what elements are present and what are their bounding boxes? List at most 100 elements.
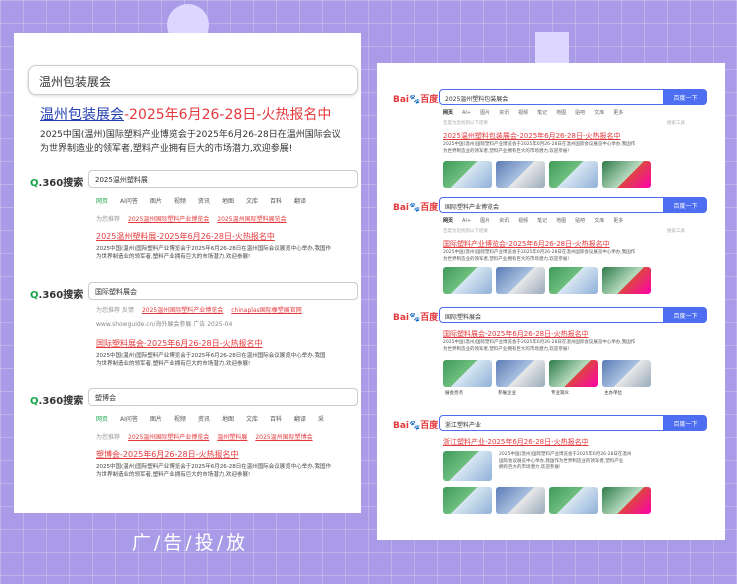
result-title[interactable]: 浙江塑料产业-2025年6月26-28日-火热报名中 (443, 437, 589, 447)
main-result-title[interactable]: 温州包装展会-2025年6月26-28日-火热报名中 (40, 104, 361, 124)
tab-web[interactable]: 网页 (443, 110, 453, 116)
tab-more[interactable]: 采 (318, 416, 324, 423)
tab-notes[interactable]: 笔记 (537, 218, 547, 224)
thumbnail-image[interactable] (443, 487, 492, 514)
related-link[interactable]: chinaplas国际橡塑展官网 (231, 307, 302, 314)
s360-block: Q.360搜索 国际塑料展会 为您推荐 反馈 2025温州国际塑料产业博览会 chi… (14, 282, 361, 392)
tab-notes[interactable]: 笔记 (537, 110, 547, 116)
baidu-search-input[interactable]: 国际塑料展会 (439, 307, 664, 323)
tab-map[interactable]: 地图 (222, 198, 234, 205)
tab-web[interactable]: 网页 (96, 416, 108, 423)
thumbnail-image[interactable] (496, 360, 545, 387)
tab-ai[interactable]: AI问答 (120, 416, 138, 423)
tab-images[interactable]: 图片 (150, 416, 162, 423)
tab-tieba[interactable]: 贴吧 (575, 110, 585, 116)
s360-search-input[interactable]: 2025温州塑料展 (88, 170, 358, 188)
thumbnail-image[interactable] (602, 267, 651, 294)
main-result-title-rest[interactable]: -2025年6月26-28日-火热报名中 (124, 107, 331, 123)
tab-video[interactable]: 视频 (174, 416, 186, 423)
baidu-search-input[interactable]: 2025温州塑料包装展会 (439, 89, 664, 105)
tab-translate[interactable]: 翻译 (294, 198, 306, 205)
related-link[interactable]: 2025温州国际塑料展览会 (217, 216, 286, 223)
tab-ai[interactable]: AI+ (462, 110, 471, 116)
tab-tieba[interactable]: 贴吧 (575, 218, 585, 224)
thumbnail-image[interactable] (602, 487, 651, 514)
thumbnail-image[interactable] (549, 487, 598, 514)
result-title[interactable]: 塑博会-2025年6月26-28日-火热报名中 (96, 449, 238, 460)
related-link[interactable]: 温州塑料展 (217, 434, 247, 441)
result-title[interactable]: 国际塑料展会-2025年6月26-28日-火热报名中 (443, 329, 589, 339)
tab-library[interactable]: 文库 (594, 110, 604, 116)
desc-line: 2025中国(温州)国际塑料产业博览会于2025年6月26-28日在温州国际会议 (40, 130, 341, 140)
tab-library[interactable]: 文库 (594, 218, 604, 224)
related-row: 为您推荐 2025温州国际塑料产业博览会 2025温州国际塑料展览会 (96, 216, 287, 223)
search-tools[interactable]: 搜索工具 (667, 228, 685, 234)
related-link[interactable]: 2025温州国际塑博会 (255, 434, 312, 441)
tab-video[interactable]: 视频 (174, 198, 186, 205)
baidu-search-button[interactable]: 百度一下 (664, 307, 707, 323)
baidu-logo: Bai🐾百度 (393, 95, 439, 105)
related-link[interactable]: 2025温州国际塑料产业博览会 (142, 307, 223, 314)
thumbnail-image[interactable] (443, 161, 492, 188)
tab-map[interactable]: 地图 (556, 218, 566, 224)
tab-library[interactable]: 文库 (246, 416, 258, 423)
baidu-search-input[interactable]: 国际塑料产业博览会 (439, 197, 664, 213)
tab-ai[interactable]: AI问答 (120, 198, 138, 205)
thumbnail-image[interactable] (549, 267, 598, 294)
baidu-search-button[interactable]: 百度一下 (664, 89, 707, 105)
baidu-search-input[interactable]: 浙江塑料产业 (439, 415, 664, 431)
result-note: 百度为您找到以下结果 (443, 121, 488, 126)
thumbnail-image[interactable] (549, 161, 598, 188)
search-input[interactable]: 温州包装展会 (28, 65, 358, 95)
result-title[interactable]: 国际塑料产业博览会-2025年6月26-28日-火热报名中 (443, 239, 610, 249)
baidu-search-button[interactable]: 百度一下 (664, 197, 707, 213)
thumbnail-image[interactable] (496, 487, 545, 514)
tab-web[interactable]: 网页 (443, 218, 453, 224)
tab-library[interactable]: 文库 (246, 198, 258, 205)
thumbnail-image[interactable] (496, 267, 545, 294)
result-desc: 2025中国(温州)国际塑料产业博览会于2025年6月26-28日在温州国际会议… (96, 353, 326, 367)
tab-ai[interactable]: AI+ (462, 218, 471, 224)
related-link[interactable]: 2025温州国际塑料产业博览会 (128, 216, 209, 223)
tab-images[interactable]: 图片 (480, 110, 490, 116)
tab-video[interactable]: 视频 (518, 218, 528, 224)
tab-news[interactable]: 资讯 (499, 110, 509, 116)
thumbnail-image[interactable] (443, 360, 492, 387)
thumbnail-image[interactable] (549, 360, 598, 387)
tab-news[interactable]: 资讯 (198, 198, 210, 205)
main-result-keyword[interactable]: 温州包装展会 (40, 107, 124, 123)
baidu-search-button[interactable]: 百度一下 (664, 415, 707, 431)
s360-logo: Q.360搜索 (30, 290, 84, 301)
tab-map[interactable]: 地图 (222, 416, 234, 423)
thumbnail-image[interactable] (443, 267, 492, 294)
thumbnail-image[interactable] (602, 360, 651, 387)
result-title[interactable]: 2025温州塑料包装展会-2025年6月26-28日-火热报名中 (443, 131, 620, 141)
s360-tabs: 网页 AI问答 图片 视频 资讯 地图 文库 百科 翻译 (96, 196, 318, 205)
tab-more[interactable]: 更多 (613, 110, 623, 116)
s360-tabs: 网页 AI问答 图片 视频 资讯 地图 文库 百科 翻译 采 (96, 414, 336, 423)
tab-baike[interactable]: 百科 (270, 416, 282, 423)
tab-images[interactable]: 图片 (480, 218, 490, 224)
search-tools[interactable]: 搜索工具 (667, 120, 685, 126)
tab-map[interactable]: 地图 (556, 110, 566, 116)
thumbnail-image[interactable] (496, 161, 545, 188)
thumbnail-image[interactable] (602, 161, 651, 188)
result-title[interactable]: 2025温州塑料展-2025年6月26-28日-火热报名中 (96, 231, 275, 242)
tab-web[interactable]: 网页 (96, 198, 108, 205)
tab-news[interactable]: 资讯 (198, 416, 210, 423)
s360-search-input[interactable]: 塑博会 (88, 388, 358, 406)
ad-line: www.showguide.cn/海外展会参展 广告 2025-04 (96, 321, 233, 328)
thumbnail-image[interactable] (443, 451, 492, 481)
tab-news[interactable]: 资讯 (499, 218, 509, 224)
tab-more[interactable]: 更多 (613, 218, 623, 224)
tab-baike[interactable]: 百科 (270, 198, 282, 205)
tab-video[interactable]: 视频 (518, 110, 528, 116)
result-title[interactable]: 国际塑料展会-2025年6月26-28日-火热报名中 (96, 338, 262, 349)
thumbnail-caption: 专业观众 (551, 391, 569, 396)
baidu-logo: Bai🐾百度 (393, 203, 439, 213)
tab-translate[interactable]: 翻译 (294, 416, 306, 423)
caption: 广/告/投/放 (131, 532, 249, 554)
s360-search-input[interactable]: 国际塑料展会 (88, 282, 358, 300)
tab-images[interactable]: 图片 (150, 198, 162, 205)
related-link[interactable]: 2025温州国际塑料产业博览会 (128, 434, 209, 441)
